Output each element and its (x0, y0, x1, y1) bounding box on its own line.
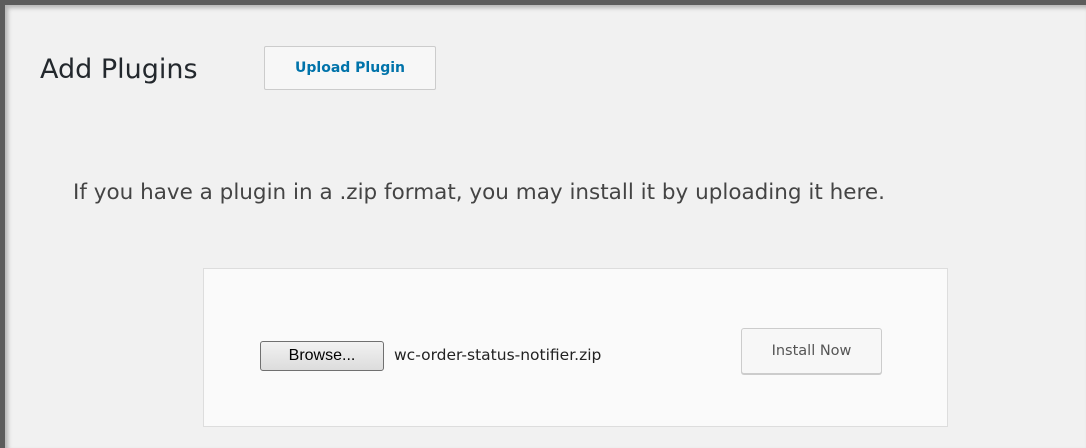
page-title: Add Plugins (40, 54, 198, 85)
upload-plugin-button[interactable]: Upload Plugin (264, 46, 436, 90)
browse-button[interactable]: Browse... (260, 341, 384, 371)
upload-instructions: If you have a plugin in a .zip format, y… (73, 180, 885, 205)
admin-page-frame: Add Plugins Upload Plugin If you have a … (0, 0, 1086, 448)
install-now-button[interactable]: Install Now (741, 328, 882, 374)
upload-plugin-form: Browse... wc-order-status-notifier.zip I… (203, 268, 948, 427)
selected-file-name[interactable]: wc-order-status-notifier.zip (394, 343, 692, 367)
